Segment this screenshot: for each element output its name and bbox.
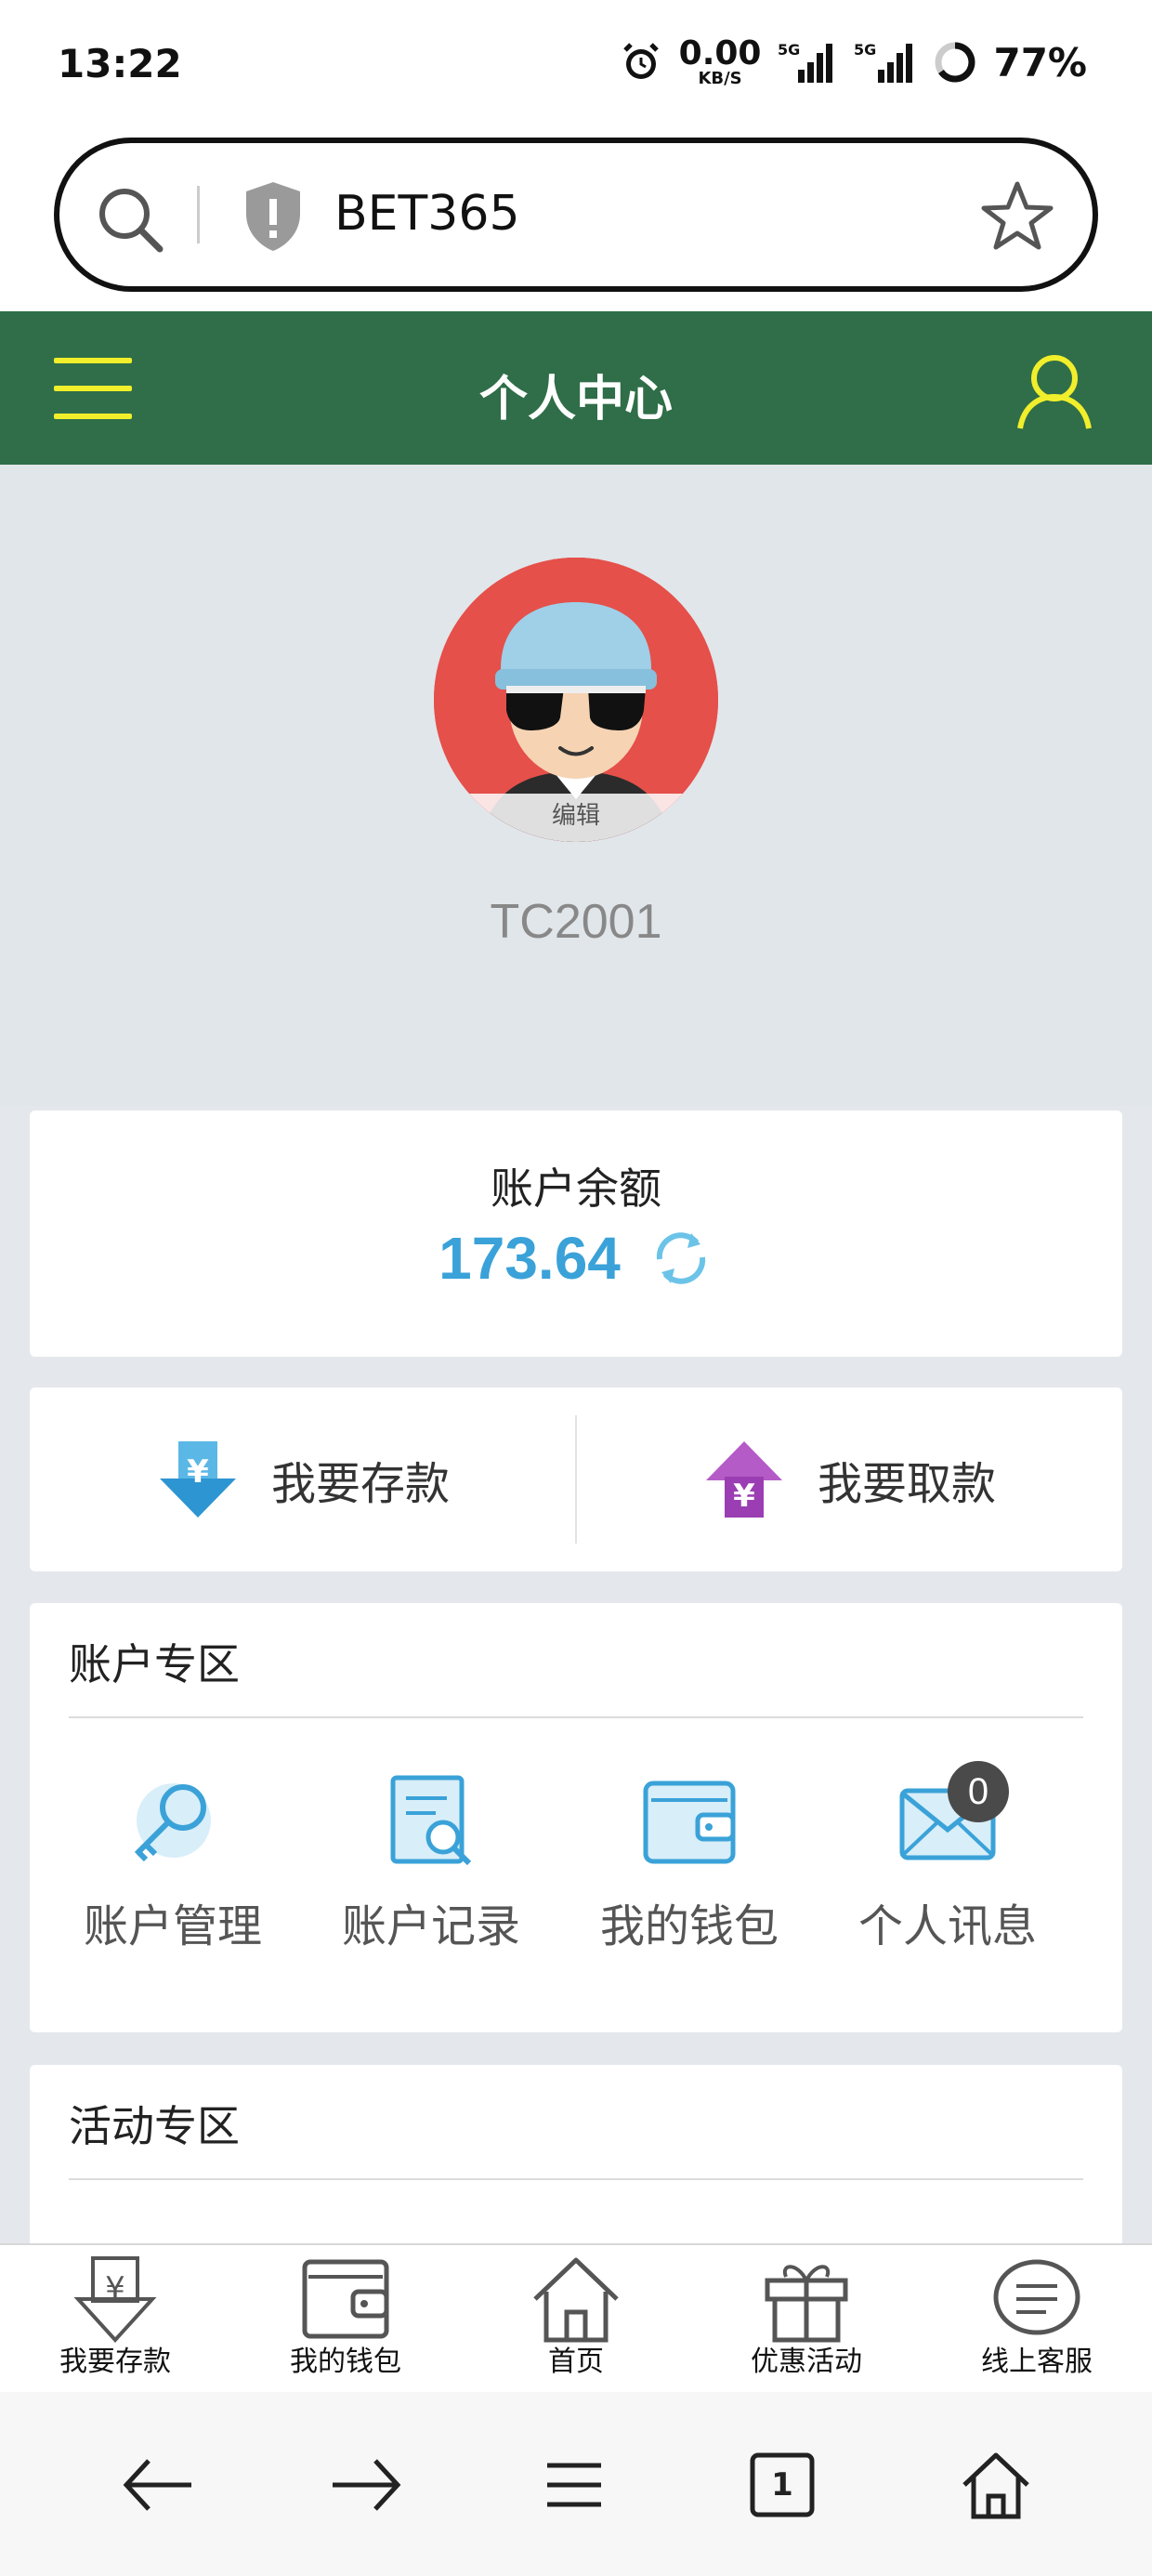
avatar[interactable]: 编辑 [434,558,718,842]
account-management-label: 账户管理 [83,1900,262,1952]
svg-text:¥: ¥ [105,2270,125,2307]
username: TC2001 [490,895,662,949]
tab-count: 1 [771,2466,793,2504]
action-card: ¥ 我要存款 ¥ 我要取款 [30,1387,1122,1571]
key-icon [134,1783,211,1862]
svg-text:¥: ¥ [187,1453,209,1491]
deposit-icon: ¥ [73,2256,157,2343]
account-section-title: 账户专区 [69,1639,240,1689]
tab-wallet-label: 我的钱包 [290,2346,401,2378]
svg-text:5G: 5G [854,42,876,59]
back-button[interactable] [121,2448,195,2522]
browser-toolbar: BET365 [0,130,1152,311]
avatar-edit-label[interactable]: 编辑 [434,794,718,842]
wallet-icon [643,1781,736,1864]
withdraw-arrow-icon: ¥ [705,1441,782,1518]
my-wallet-item[interactable]: 我的钱包 [559,1770,819,1954]
svg-text:5G: 5G [778,42,800,59]
balance-row: 173.64 [30,1224,1122,1293]
my-wallet-label: 我的钱包 [599,1900,779,1952]
tab-home[interactable]: 首页 [461,2253,691,2379]
search-icon[interactable] [93,182,167,256]
alarm-icon [622,43,659,79]
browser-nav-bar: 1 [0,2392,1152,2576]
arrow-right-icon [333,2459,401,2511]
refresh-icon[interactable] [648,1226,713,1291]
home-button[interactable] [959,2448,1033,2522]
battery-percent: 77% [993,39,1087,85]
profile-section: 编辑 TC2001 [0,465,1152,1106]
personal-messages-item[interactable]: 0 个人讯息 [818,1761,1078,1954]
browser-menu-button[interactable] [537,2448,611,2522]
withdraw-label: 我要取款 [817,1458,996,1510]
wallet-icon [302,2259,389,2339]
page-title: 个人中心 [478,372,673,427]
chat-icon [993,2259,1080,2335]
home-icon [962,2452,1029,2519]
tab-customer-service-label: 线上客服 [981,2346,1093,2378]
tab-deposit[interactable]: ¥ 我要存款 [0,2253,230,2379]
shield-warning-icon[interactable] [241,178,306,253]
signal-5g-icon: 5G [778,42,833,83]
account-records-label: 账户记录 [341,1900,520,1952]
tab-deposit-label: 我要存款 [59,2346,171,2378]
tab-home-label: 首页 [548,2346,604,2378]
tabs-button[interactable]: 1 [745,2448,819,2522]
arrow-left-icon [123,2459,191,2511]
deposit-arrow-icon: ¥ [159,1441,236,1518]
record-search-icon [390,1775,472,1866]
deposit-button[interactable]: ¥ 我要存款 [30,1387,576,1571]
bookmark-star-icon[interactable] [979,178,1055,255]
withdraw-button[interactable]: ¥ 我要取款 [576,1387,1122,1571]
forward-button[interactable] [329,2448,403,2522]
account-section-card: 账户专区 账户管理 账户记录 我的钱包 0 个人讯息 [30,1603,1122,2032]
svg-text:¥: ¥ [733,1478,755,1515]
url-bar[interactable]: BET365 [54,138,1098,292]
account-records-item[interactable]: 账户记录 [301,1770,561,1954]
message-count-badge: 0 [948,1761,1009,1822]
app-header: 个人中心 [0,311,1152,465]
section-divider [69,2178,1083,2180]
promo-section-card: 活动专区 [30,2065,1122,2251]
hamburger-icon [547,2463,601,2507]
tab-customer-service[interactable]: 线上客服 [922,2253,1152,2379]
deposit-label: 我要存款 [270,1458,450,1510]
status-time: 13:22 [58,41,182,86]
balance-label: 账户余额 [491,1163,661,1214]
status-icons: 0.00 KB/S 5G 5G 77% [620,37,1087,87]
promo-section-title: 活动专区 [69,2101,240,2151]
user-icon[interactable] [1013,348,1096,432]
balance-card: 账户余额 173.64 [30,1111,1122,1357]
tab-promotions[interactable]: 优惠活动 [691,2253,922,2379]
balance-value: 173.64 [439,1225,621,1292]
home-icon [533,2257,619,2343]
url-divider [197,186,200,243]
status-bar: 13:22 0.00 KB/S 5G 5G 77% [0,0,1152,130]
tab-wallet[interactable]: 我的钱包 [230,2253,461,2379]
tab-promotions-label: 优惠活动 [751,2346,862,2378]
account-management-item[interactable]: 账户管理 [43,1770,303,1954]
bottom-tab-bar: ¥ 我要存款 我的钱包 首页 优惠活动 线上客服 [0,2243,1152,2392]
signal-5g-2-icon: 5G [854,42,913,83]
gift-icon [765,2265,848,2343]
net-speed: 0.00 KB/S [678,34,762,88]
url-text[interactable]: BET365 [334,186,520,242]
battery-icon [935,42,975,83]
personal-messages-label: 个人讯息 [857,1900,1037,1952]
section-divider [69,1716,1083,1718]
